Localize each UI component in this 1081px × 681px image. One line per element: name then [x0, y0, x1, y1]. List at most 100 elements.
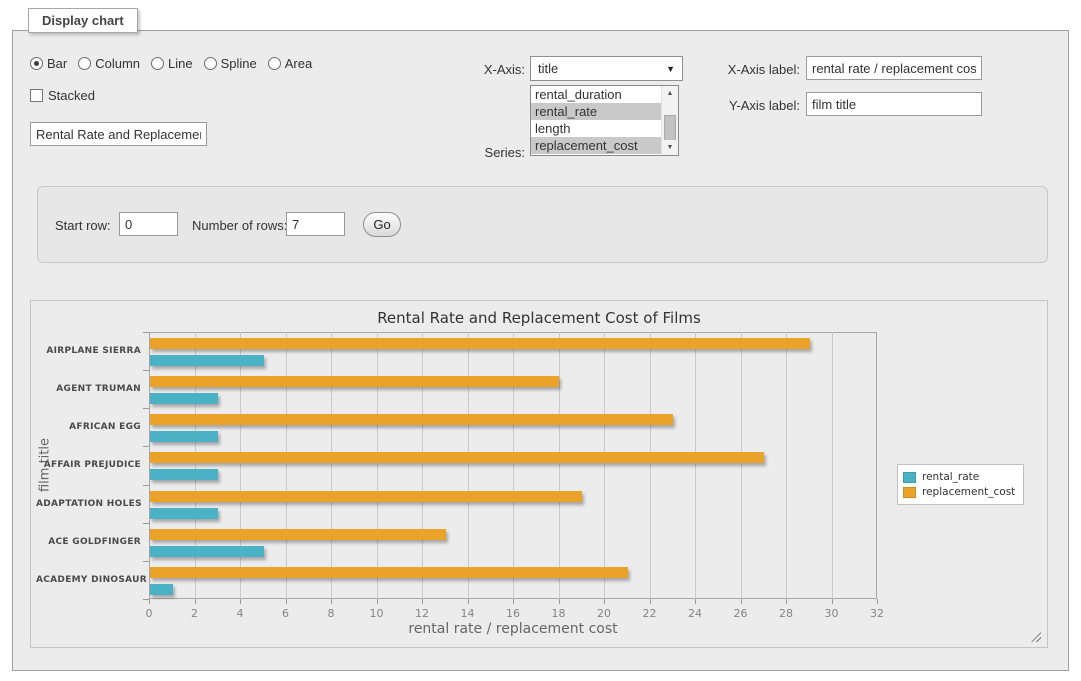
x-tick-mark [877, 599, 878, 604]
stacked-checkbox-row[interactable]: Stacked [30, 88, 95, 103]
start-row-input[interactable] [119, 212, 178, 236]
radio-icon[interactable] [30, 57, 43, 70]
gridline [786, 332, 787, 599]
y-tick-mark [143, 332, 149, 333]
chart-legend: rental_ratereplacement_cost [897, 464, 1024, 505]
radio-icon[interactable] [268, 57, 281, 70]
x-tick-mark [604, 599, 605, 604]
gridline [650, 332, 651, 599]
series-option-replacement_cost[interactable]: replacement_cost [531, 137, 678, 154]
gridline [240, 332, 241, 599]
series-option-rental_rate[interactable]: rental_rate [531, 103, 678, 120]
x-tick-mark [331, 599, 332, 604]
legend-label: replacement_cost [922, 486, 1015, 498]
gridline [559, 332, 560, 599]
series-option-length[interactable]: length [531, 120, 678, 137]
series-caption: Series: [420, 145, 525, 160]
go-button[interactable]: Go [363, 212, 401, 237]
legend-swatch [903, 472, 916, 483]
chart-type-option-bar[interactable]: Bar [30, 56, 67, 71]
bar-rental_rate [150, 469, 218, 480]
gridline [377, 332, 378, 599]
x-tick-mark [513, 599, 514, 604]
x-axis-caption: X-Axis: [420, 62, 525, 77]
radio-icon[interactable] [78, 57, 91, 70]
x-tick-mark [741, 599, 742, 604]
x-tick-mark [149, 599, 150, 604]
chart-type-option-area[interactable]: Area [268, 56, 312, 71]
bar-replacement_cost [150, 452, 764, 463]
y-tick-mark [143, 561, 149, 562]
gridline [695, 332, 696, 599]
radio-label: Column [95, 56, 140, 71]
chart-container: Rental Rate and Replacement Cost of Film… [30, 300, 1048, 648]
gridline [468, 332, 469, 599]
category-label: ADAPTATION HOLES [36, 499, 141, 509]
category-label: AGENT TRUMAN [36, 384, 141, 394]
gridline [513, 332, 514, 599]
radio-label: Spline [221, 56, 257, 71]
x-tick-label: 8 [316, 607, 346, 620]
y-axis-label-caption: Y-Axis label: [695, 98, 800, 113]
panel-legend: Display chart [28, 8, 138, 33]
y-tick-mark [143, 446, 149, 447]
bar-rental_rate [150, 584, 173, 595]
num-rows-input[interactable] [286, 212, 345, 236]
x-tick-label: 32 [862, 607, 892, 620]
radio-label: Line [168, 56, 193, 71]
x-tick-mark [195, 599, 196, 604]
start-row-label: Start row: [55, 218, 111, 233]
bar-rental_rate [150, 546, 264, 557]
x-tick-label: 24 [680, 607, 710, 620]
x-tick-label: 6 [271, 607, 301, 620]
radio-icon[interactable] [151, 57, 164, 70]
x-tick-label: 20 [589, 607, 619, 620]
x-tick-mark [377, 599, 378, 604]
category-label: AFFAIR PREJUDICE [36, 460, 141, 470]
x-axis-select[interactable]: title ▼ [530, 56, 683, 81]
x-tick-mark [559, 599, 560, 604]
legend-item: replacement_cost [903, 486, 1015, 498]
y-tick-mark [143, 485, 149, 486]
x-tick-label: 22 [635, 607, 665, 620]
chart-title-input[interactable] [30, 122, 207, 146]
stacked-checkbox[interactable] [30, 89, 43, 102]
series-options: rental_durationrental_ratelengthreplacem… [531, 86, 678, 154]
x-tick-label: 4 [225, 607, 255, 620]
scrollbar-thumb[interactable] [664, 115, 676, 141]
y-axis-label-input[interactable] [806, 92, 982, 116]
gridline [286, 332, 287, 599]
x-tick-mark [422, 599, 423, 604]
bar-rental_rate [150, 355, 264, 366]
y-tick-mark [143, 370, 149, 371]
listbox-scrollbar[interactable]: ▲ ▼ [661, 86, 678, 155]
bar-replacement_cost [150, 414, 673, 425]
x-tick-mark [286, 599, 287, 604]
x-tick-label: 2 [180, 607, 210, 620]
scroll-down-icon[interactable]: ▼ [662, 140, 678, 155]
chart-type-option-spline[interactable]: Spline [204, 56, 257, 71]
radio-label: Bar [47, 56, 67, 71]
x-tick-mark [240, 599, 241, 604]
x-tick-label: 14 [453, 607, 483, 620]
bar-rental_rate [150, 393, 218, 404]
category-label: ACADEMY DINOSAUR [36, 575, 141, 585]
x-tick-label: 0 [134, 607, 164, 620]
x-tick-label: 26 [726, 607, 756, 620]
legend-swatch [903, 487, 916, 498]
x-tick-label: 18 [544, 607, 574, 620]
category-label: AIRPLANE SIERRA [36, 346, 141, 356]
chart-type-option-column[interactable]: Column [78, 56, 140, 71]
gridline [331, 332, 332, 599]
chart-type-option-line[interactable]: Line [151, 56, 193, 71]
radio-icon[interactable] [204, 57, 217, 70]
x-axis-title: rental rate / replacement cost [149, 621, 877, 637]
gridline [832, 332, 833, 599]
series-listbox[interactable]: rental_durationrental_ratelengthreplacem… [530, 85, 679, 156]
x-axis-label-input[interactable] [806, 56, 982, 80]
bar-rental_rate [150, 431, 218, 442]
category-label: AFRICAN EGG [36, 422, 141, 432]
scroll-up-icon[interactable]: ▲ [662, 86, 678, 101]
series-option-rental_duration[interactable]: rental_duration [531, 86, 678, 103]
resize-grip-icon[interactable] [1031, 632, 1041, 642]
